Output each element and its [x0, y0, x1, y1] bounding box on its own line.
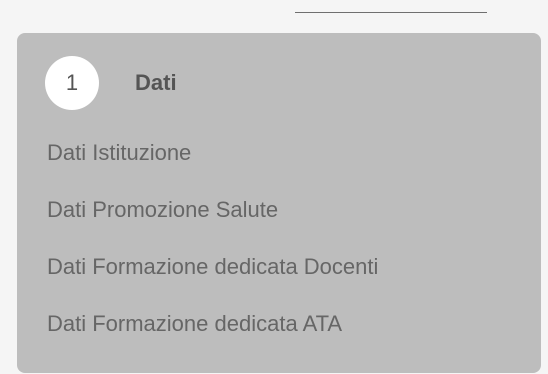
step-item-dati-formazione-ata[interactable]: Dati Formazione dedicata ATA [47, 312, 378, 369]
top-divider [295, 12, 487, 13]
step-item-dati-formazione-docenti[interactable]: Dati Formazione dedicata Docenti [47, 255, 378, 312]
step-panel: 1 Dati Dati Istituzione Dati Promozione … [17, 33, 541, 373]
step-item-dati-promozione-salute[interactable]: Dati Promozione Salute [47, 198, 378, 255]
page: 1 Dati Dati Istituzione Dati Promozione … [0, 0, 548, 374]
step-number-badge: 1 [45, 56, 99, 110]
step-item-list: Dati Istituzione Dati Promozione Salute … [47, 141, 378, 369]
step-header[interactable]: 1 Dati [45, 56, 177, 110]
step-title: Dati [135, 70, 177, 95]
step-item-dati-istituzione[interactable]: Dati Istituzione [47, 141, 378, 198]
